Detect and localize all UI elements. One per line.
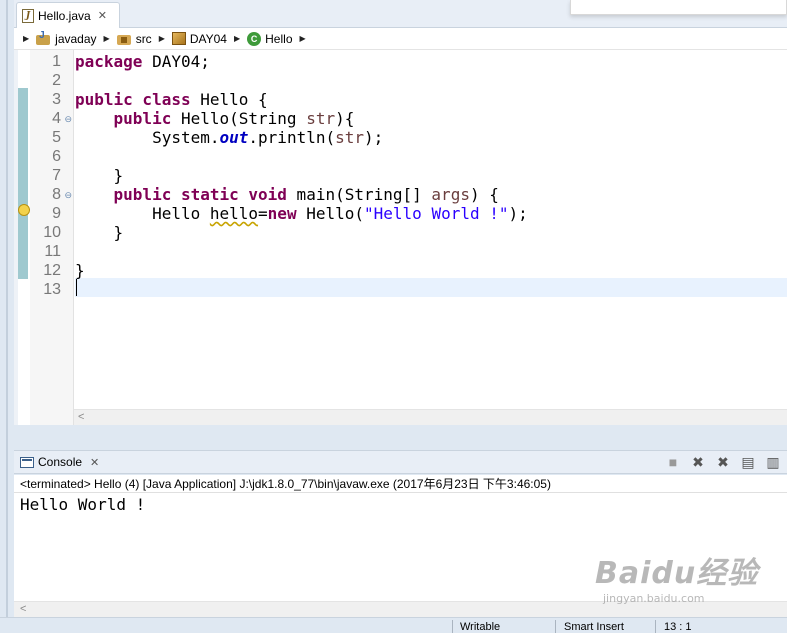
line-number: 11 <box>44 243 61 260</box>
status-separator <box>555 620 556 633</box>
console-tab-label: Console <box>38 455 83 469</box>
breadcrumb-item-src[interactable]: src <box>116 31 152 46</box>
line-number: 4 <box>52 110 61 127</box>
close-icon[interactable]: ✕ <box>90 456 99 469</box>
line-number: 12 <box>43 262 61 279</box>
status-insert-mode[interactable]: Smart Insert <box>564 621 624 633</box>
line-number: 1 <box>52 53 61 70</box>
breadcrumb-arrow-icon[interactable]: ▶ <box>23 34 29 43</box>
code-line: public Hello(String str){ <box>113 109 355 128</box>
change-bar <box>18 88 28 107</box>
word-wrap-icon[interactable]: ▥ <box>765 454 781 471</box>
text-caret <box>76 279 77 296</box>
line-number: 10 <box>43 224 61 241</box>
tab-hello-java[interactable]: J Hello.java ✕ <box>16 2 120 28</box>
window-edge <box>0 0 14 617</box>
code-line: public static void main(String[] args) { <box>113 185 499 204</box>
breadcrumb-arrow-icon[interactable]: ▶ <box>159 34 165 43</box>
code-line: public class Hello { <box>75 90 268 109</box>
breadcrumb-arrow-icon[interactable]: ▶ <box>234 34 240 43</box>
code-editor[interactable]: 1 2 3 4 ⊖ 5 6 7 8 ⊖ 9 10 11 12 13 package … <box>14 50 787 425</box>
breadcrumb-label: javaday <box>55 31 97 46</box>
line-number: 3 <box>52 91 61 108</box>
fold-minus-icon[interactable]: ⊖ <box>64 114 72 125</box>
status-separator <box>655 620 656 633</box>
breadcrumb: ▶ javaday ▶ src ▶ DAY04 ▶ C Hello ▶ <box>14 28 787 50</box>
line-number-gutter: 1 2 3 4 ⊖ 5 6 7 8 ⊖ 9 10 11 12 13 <box>30 50 74 425</box>
breadcrumb-item-class[interactable]: C Hello <box>247 31 293 46</box>
tab-console[interactable]: Console ✕ <box>14 451 99 473</box>
code-text-area[interactable]: package DAY04; public class Hello { publ… <box>75 50 787 425</box>
terminate-icon[interactable]: ■ <box>665 454 681 470</box>
breadcrumb-label: src <box>135 31 152 46</box>
console-icon <box>20 456 34 468</box>
line-number: 2 <box>52 72 61 89</box>
breadcrumb-item-project[interactable]: javaday <box>36 30 97 46</box>
console-view-header: Console ✕ ■ ✖ ✖ ▤ ▥ <box>14 450 787 474</box>
tab-label: Hello.java <box>38 8 91 23</box>
current-line-highlight <box>75 278 787 297</box>
remove-all-terminated-icon[interactable]: ✖ <box>715 454 731 471</box>
line-number: 5 <box>52 129 61 146</box>
breadcrumb-item-package[interactable]: DAY04 <box>171 31 227 46</box>
status-writable: Writable <box>460 621 501 633</box>
scroll-lock-icon[interactable]: ▤ <box>740 454 756 471</box>
watermark-url: jingyan.baidu.com <box>603 592 705 605</box>
console-toolbar: ■ ✖ ✖ ▤ ▥ <box>665 451 787 473</box>
breadcrumb-arrow-icon[interactable]: ▶ <box>104 34 110 43</box>
overlay-popup <box>570 0 787 15</box>
scroll-left-icon[interactable]: < <box>20 603 26 615</box>
code-line: } <box>75 261 85 280</box>
line-number: 13 <box>43 281 61 298</box>
console-process-info: <terminated> Hello (4) [Java Application… <box>14 475 787 493</box>
change-bar <box>18 107 28 279</box>
code-line: } <box>75 223 124 242</box>
breadcrumb-arrow-icon[interactable]: ▶ <box>300 34 306 43</box>
status-bar: Writable Smart Insert 13 : 1 <box>0 617 787 633</box>
status-cursor-position: 13 : 1 <box>664 621 692 633</box>
fold-minus-icon[interactable]: ⊖ <box>64 190 72 201</box>
console-output-text: Hello World ! <box>20 495 146 514</box>
java-project-icon <box>36 30 51 45</box>
line-number: 8 <box>52 186 61 203</box>
source-folder-icon <box>116 32 132 45</box>
remove-launch-icon[interactable]: ✖ <box>690 454 706 471</box>
status-separator <box>452 620 453 633</box>
java-file-icon: J <box>22 8 34 23</box>
close-icon[interactable]: ✕ <box>98 9 107 22</box>
line-number: 9 <box>52 205 61 222</box>
code-line: package DAY04; <box>75 52 210 71</box>
watermark-logo: Baidu经验 <box>595 556 759 591</box>
breadcrumb-label: DAY04 <box>189 31 227 46</box>
warning-icon[interactable] <box>18 204 30 216</box>
code-line: System.out.println(str); <box>75 128 384 147</box>
line-number: 6 <box>52 148 61 165</box>
baidu-watermark: Baidu经验 jingyan.baidu.com <box>595 548 758 605</box>
breadcrumb-label: Hello <box>265 31 293 46</box>
editor-horizontal-scrollbar[interactable]: < <box>74 409 787 425</box>
scroll-left-icon[interactable]: < <box>78 411 84 423</box>
class-icon: C <box>247 31 262 46</box>
line-number: 7 <box>52 167 61 184</box>
code-line: Hello hello=new Hello("Hello World !"); <box>75 204 528 223</box>
package-icon <box>171 32 186 45</box>
code-line: } <box>75 166 124 185</box>
